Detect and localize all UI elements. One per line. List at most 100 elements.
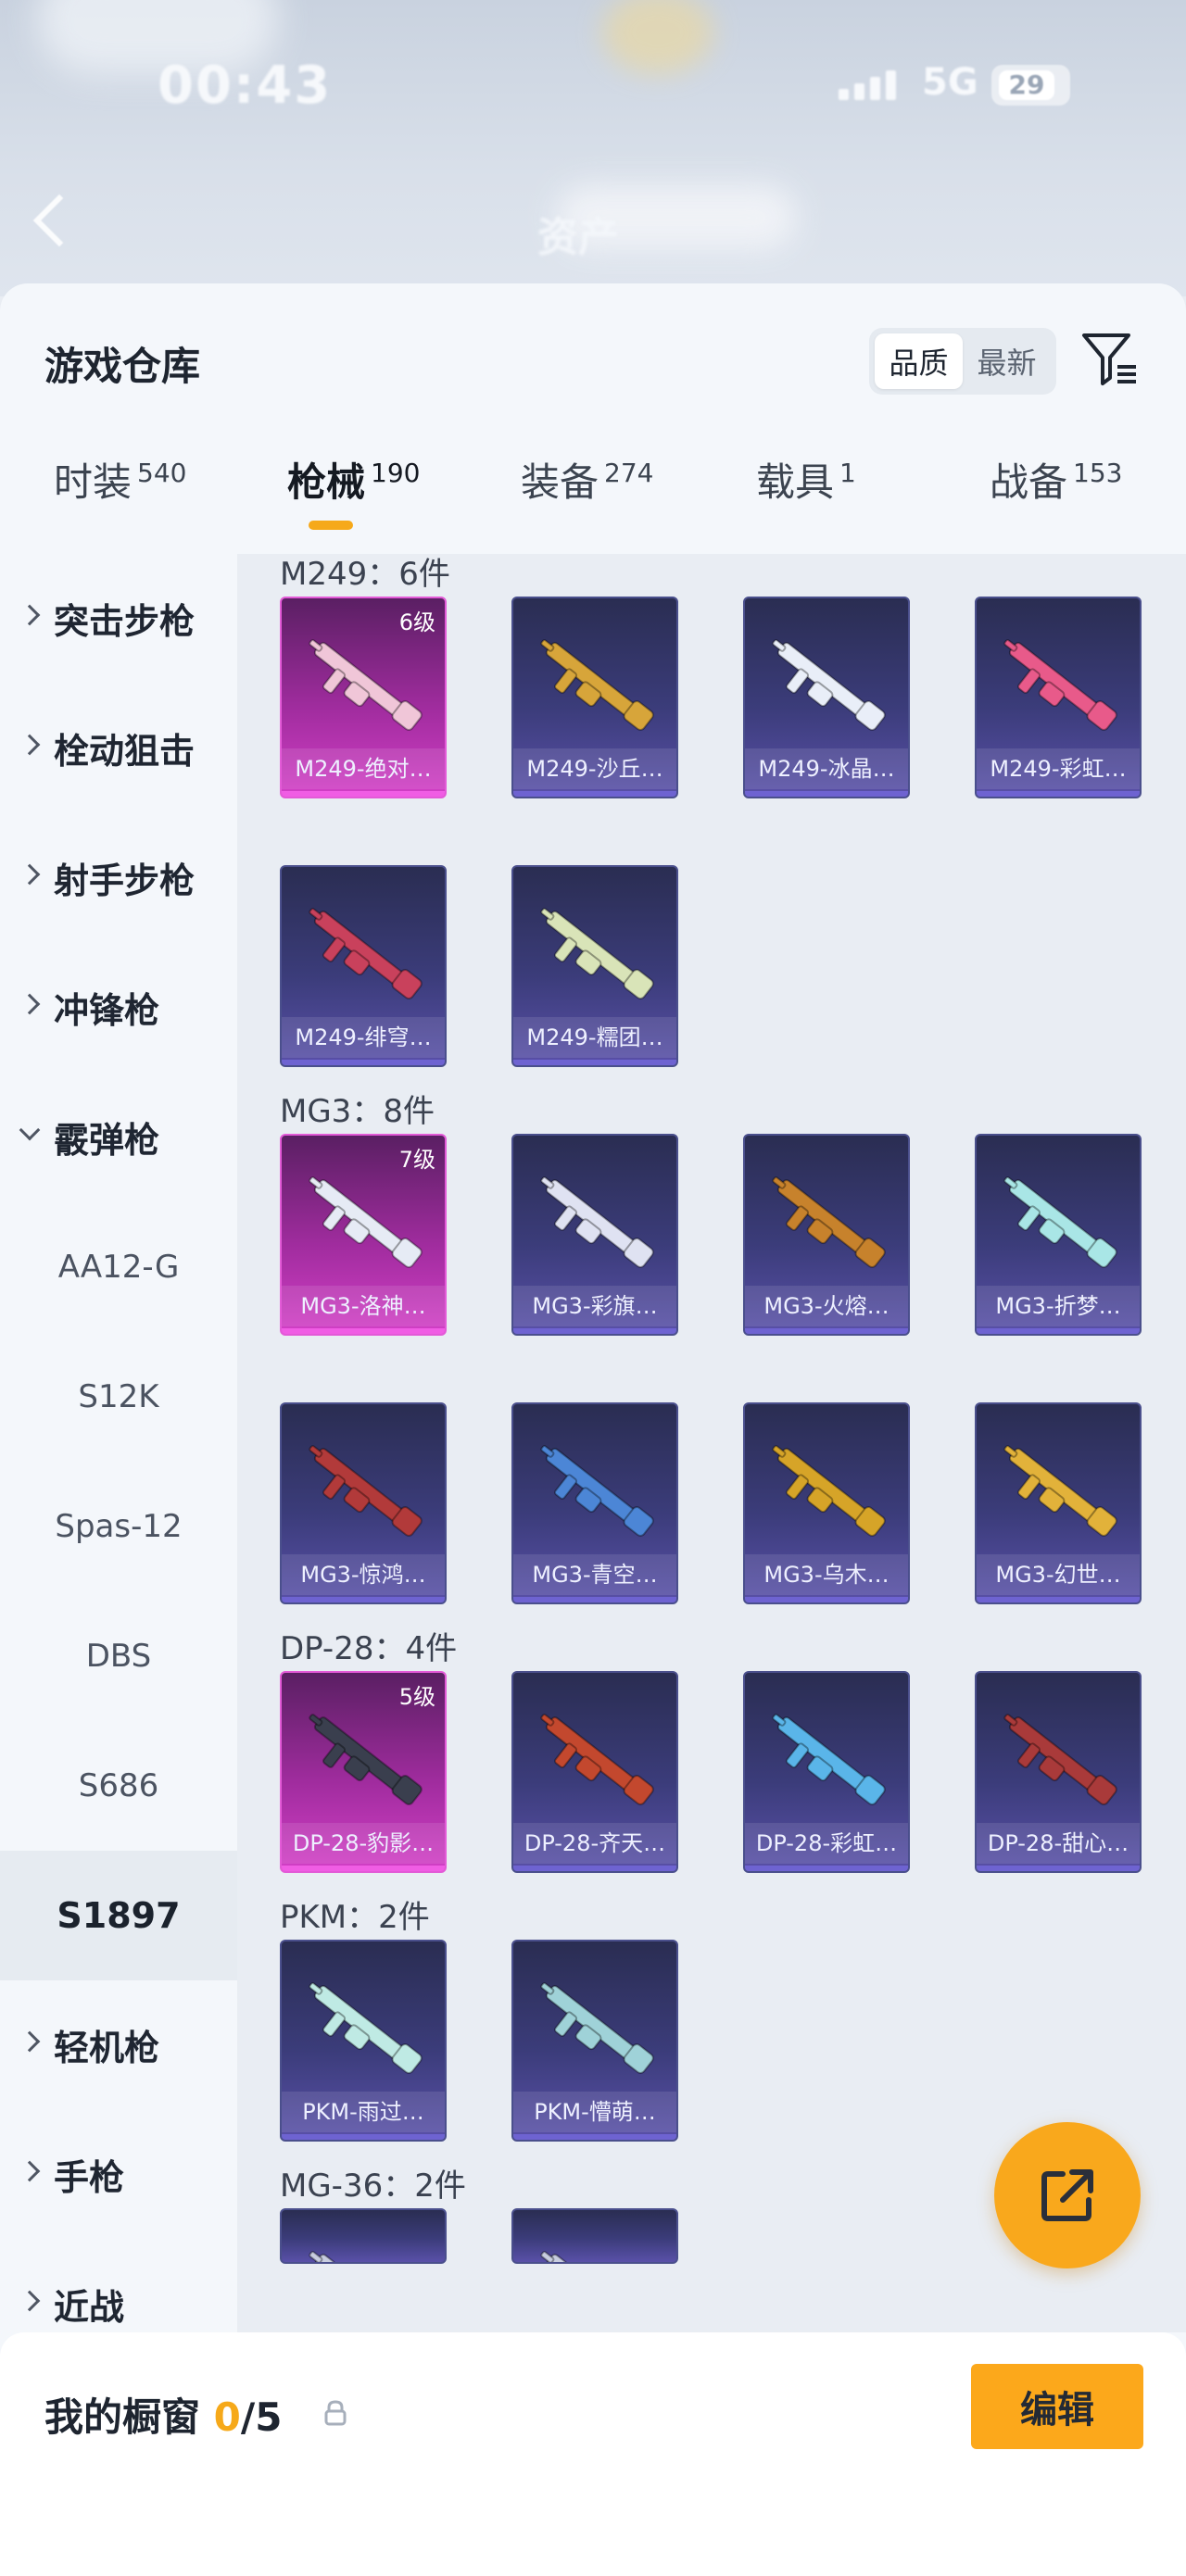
rarity-bar bbox=[513, 2134, 676, 2140]
sidebar-item-bolt-sniper[interactable]: 栓动狙击 bbox=[0, 684, 237, 813]
rarity-bar bbox=[282, 1597, 445, 1602]
item-card[interactable]: PKM-雨过… bbox=[280, 1940, 447, 2142]
item-grid: M249：6件 6级 M249-绝对… M249-沙丘… M249-冰晶… M249-彩虹… bbox=[237, 554, 1186, 2332]
share-icon bbox=[1041, 2169, 1093, 2221]
item-card[interactable]: MG3-青空… bbox=[511, 1402, 678, 1604]
rarity-bar bbox=[282, 1328, 445, 1334]
assets-label: 资产 bbox=[537, 214, 619, 261]
battery-level: 29 bbox=[999, 70, 1054, 100]
tab-label: 装备 bbox=[521, 459, 599, 505]
sidebar-sub-s12k[interactable]: S12K bbox=[0, 1332, 237, 1462]
item-card[interactable]: M249-沙丘… bbox=[511, 597, 678, 798]
item-name: DP-28-豹影… bbox=[282, 1823, 445, 1864]
sidebar-sub-s1897[interactable]: S1897 bbox=[0, 1851, 237, 1980]
filter-icon[interactable] bbox=[1080, 330, 1140, 389]
tab-label: 枪械 bbox=[287, 459, 366, 505]
chevron-right-icon bbox=[19, 863, 41, 886]
item-card[interactable]: DP-28-齐天… bbox=[511, 1671, 678, 1873]
tab-label: 战备 bbox=[990, 459, 1068, 505]
tab-equipment[interactable]: 装备 274 bbox=[521, 459, 653, 552]
status-time: 00:43 bbox=[158, 56, 333, 116]
sidebar-item-pistol[interactable]: 手枪 bbox=[0, 2110, 237, 2240]
weapon-image bbox=[309, 1445, 423, 1537]
sort-quality-button[interactable]: 品质 bbox=[875, 333, 963, 389]
item-card[interactable]: MG3-幻世… bbox=[975, 1402, 1142, 1604]
weapon-image bbox=[1003, 1445, 1117, 1537]
sidebar-item-smg[interactable]: 冲锋枪 bbox=[0, 943, 237, 1073]
item-card[interactable]: 7级 MG3-洛神… bbox=[280, 1134, 447, 1336]
share-button[interactable] bbox=[994, 2122, 1141, 2268]
chevron-right-icon bbox=[19, 993, 41, 1015]
showcase-bar: 我的橱窗 0/5 编辑 bbox=[0, 2332, 1186, 2576]
item-name: MG3-青空… bbox=[513, 1554, 676, 1595]
sidebar-item-label: 手枪 bbox=[54, 2157, 125, 2198]
item-name: MG3-惊鸿… bbox=[282, 1554, 445, 1595]
item-card[interactable]: DP-28-甜心… bbox=[975, 1671, 1142, 1873]
rarity-bar bbox=[513, 1060, 676, 1065]
edit-button[interactable]: 编辑 bbox=[971, 2364, 1143, 2449]
rarity-bar bbox=[282, 791, 445, 797]
item-card[interactable]: PKM-懵萌… bbox=[511, 1940, 678, 2142]
item-card[interactable] bbox=[280, 2208, 447, 2264]
item-card[interactable]: M249-彩虹… bbox=[975, 597, 1142, 798]
weapon-image bbox=[309, 2251, 410, 2262]
showcase-total: /5 bbox=[240, 2394, 283, 2440]
item-name: MG3-折梦… bbox=[977, 1286, 1140, 1326]
rarity-bar bbox=[977, 1597, 1140, 1602]
item-card[interactable]: M249-糯团… bbox=[511, 865, 678, 1067]
rarity-bar bbox=[513, 1866, 676, 1871]
sidebar-item-label: 近战 bbox=[54, 2287, 125, 2328]
showcase-label: 我的橱窗 0/5 bbox=[44, 2386, 282, 2443]
sidebar-sub-dbs[interactable]: DBS bbox=[0, 1591, 237, 1721]
chevron-right-icon bbox=[19, 604, 41, 626]
item-card[interactable]: DP-28-彩虹… bbox=[743, 1671, 910, 1873]
weapon-image bbox=[540, 1445, 654, 1537]
sidebar-sub-aa12g[interactable]: AA12-G bbox=[0, 1202, 237, 1332]
weapon-image bbox=[540, 1714, 654, 1805]
sidebar-item-label: 轻机枪 bbox=[54, 2028, 160, 2068]
rarity-bar bbox=[745, 1597, 908, 1602]
sidebar-item-label: 冲锋枪 bbox=[54, 990, 160, 1031]
item-card[interactable]: MG3-乌木… bbox=[743, 1402, 910, 1604]
sidebar-item-shotgun[interactable]: 霰弹枪 bbox=[0, 1073, 237, 1202]
weapon-image bbox=[540, 2251, 642, 2262]
tab-guns[interactable]: 枪械 190 bbox=[287, 459, 420, 552]
section-header: MG-36：2件 bbox=[280, 2168, 466, 2205]
item-card[interactable]: MG3-惊鸿… bbox=[280, 1402, 447, 1604]
tab-gear[interactable]: 战备 153 bbox=[990, 459, 1122, 552]
sidebar-item-label: 突击步枪 bbox=[54, 601, 196, 642]
rarity-bar bbox=[282, 2134, 445, 2140]
item-card[interactable]: MG3-火熔… bbox=[743, 1134, 910, 1336]
item-card[interactable]: MG3-彩旗… bbox=[511, 1134, 678, 1336]
rarity-bar bbox=[282, 1866, 445, 1871]
sidebar-item-lmg[interactable]: 轻机枪 bbox=[0, 1980, 237, 2110]
rarity-bar bbox=[513, 791, 676, 797]
page-title: 游戏仓库 bbox=[44, 344, 201, 389]
item-card[interactable]: 6级 M249-绝对… bbox=[280, 597, 447, 798]
item-card[interactable]: M249-冰晶… bbox=[743, 597, 910, 798]
sort-latest-button[interactable]: 最新 bbox=[963, 333, 1051, 389]
sidebar-sub-s686[interactable]: S686 bbox=[0, 1721, 237, 1851]
item-card[interactable] bbox=[511, 2208, 678, 2264]
sidebar-item-assault-rifle[interactable]: 突击步枪 bbox=[0, 554, 237, 684]
item-name: DP-28-彩虹… bbox=[745, 1823, 908, 1864]
tab-count: 540 bbox=[137, 458, 187, 488]
network-indicator: 5G bbox=[922, 61, 978, 104]
item-name: M249-绝对… bbox=[282, 748, 445, 789]
item-card[interactable]: MG3-折梦… bbox=[975, 1134, 1142, 1336]
sidebar-sub-spas12[interactable]: Spas-12 bbox=[0, 1462, 237, 1591]
item-card[interactable]: M249-绯穹… bbox=[280, 865, 447, 1067]
tab-count: 274 bbox=[604, 458, 654, 488]
item-name: MG3-火熔… bbox=[745, 1286, 908, 1326]
rarity-bar bbox=[745, 1866, 908, 1871]
back-icon[interactable] bbox=[32, 194, 86, 247]
tab-vehicles[interactable]: 载具 1 bbox=[756, 459, 856, 552]
weapon-image bbox=[309, 1714, 423, 1805]
weapon-image bbox=[772, 639, 886, 731]
weapon-image bbox=[540, 1982, 654, 2074]
chevron-right-icon bbox=[19, 2290, 41, 2312]
sidebar-item-marksman-rifle[interactable]: 射手步枪 bbox=[0, 813, 237, 943]
category-sidebar: 突击步枪 栓动狙击 射手步枪 冲锋枪 霰弹枪 AA12-G S12K Spas-… bbox=[0, 554, 237, 2332]
item-card[interactable]: 5级 DP-28-豹影… bbox=[280, 1671, 447, 1873]
tab-fashion[interactable]: 时装 540 bbox=[54, 459, 186, 552]
